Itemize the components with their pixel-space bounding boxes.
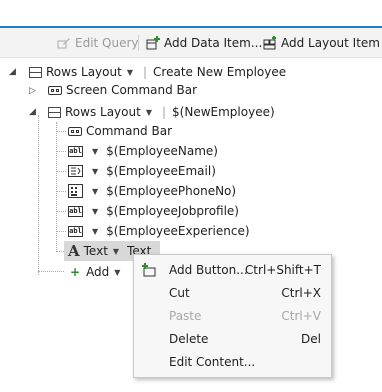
email-address-icon [68, 165, 83, 177]
menu-item-label: Paste [169, 309, 202, 323]
edit-query-button[interactable]: Edit Query [57, 34, 139, 52]
tree-row-field[interactable]: abl ▼ $(EmployeeName) [68, 141, 218, 161]
command-bar-label: Command Bar [86, 124, 173, 138]
menu-item-delete[interactable]: Delete Del [134, 328, 331, 350]
rows-layout-icon [29, 66, 42, 78]
text-type-label: Text [83, 244, 108, 258]
add-data-item-icon [146, 36, 160, 50]
tree-row-field[interactable]: ▼ $(EmployeePhoneNo) [68, 181, 236, 201]
add-label: Add [86, 265, 110, 279]
textbox-icon: abl [68, 145, 83, 157]
add-layout-item-icon [263, 36, 276, 50]
edit-query-icon [57, 38, 70, 49]
tree-row-screen-command-bar[interactable]: Screen Command Bar [48, 80, 197, 100]
add-button-icon [142, 263, 156, 277]
menu-item-shortcut: Ctrl+Shift+T [244, 263, 321, 277]
textbox-icon: abl [68, 205, 83, 217]
tree-guide-line [56, 151, 66, 152]
tree-row-field[interactable]: abl ▼ $(EmployeeJobprofile) [68, 201, 239, 221]
add-data-item-button[interactable]: Add Data Item... [146, 34, 262, 52]
tree-guide-line [56, 131, 66, 132]
menu-item-label: Add Button... [169, 263, 248, 277]
menu-item-edit-content[interactable]: Edit Content... [134, 351, 331, 373]
chevron-down-icon[interactable]: ▼ [113, 247, 119, 256]
menu-item-shortcut: Del [301, 332, 321, 346]
menu-item-label: Cut [169, 286, 190, 300]
add-button[interactable]: + Add ▼ [70, 262, 128, 282]
menu-item-paste[interactable]: Paste Ctrl+V [134, 305, 331, 327]
chevron-down-icon[interactable]: ▼ [114, 268, 120, 277]
context-menu: Add Button... Ctrl+Shift+T Cut Ctrl+X Pa… [133, 254, 332, 378]
root-name-label: Create New Employee [153, 65, 287, 79]
expand-icon[interactable]: ▷ [29, 86, 36, 96]
tree-guide-line [56, 251, 64, 252]
tree-guide-line [56, 171, 66, 172]
menu-item-label: Edit Content... [169, 355, 256, 369]
chevron-down-icon[interactable]: ▼ [92, 147, 98, 156]
tree-row-command-bar[interactable]: Command Bar [68, 121, 172, 141]
field-label: $(EmployeeExperience) [106, 224, 250, 238]
field-label: $(EmployeeName) [106, 144, 218, 158]
add-layout-item-label: Add Layout Item [281, 36, 380, 50]
chevron-down-icon[interactable]: ▼ [92, 207, 98, 216]
chevron-down-icon[interactable]: ▼ [146, 108, 152, 117]
add-layout-item-button[interactable]: Add Layout Item ▼ [263, 34, 382, 52]
tree-guide-line [56, 211, 66, 212]
divider: | [142, 65, 148, 79]
command-bar-icon [68, 126, 82, 136]
text-type-icon: A [68, 242, 80, 260]
edit-query-label: Edit Query [75, 36, 139, 50]
phone-number-icon [68, 184, 83, 198]
menu-item-cut[interactable]: Cut Ctrl+X [134, 282, 331, 304]
inner-name-label: $(NewEmployee) [172, 105, 275, 119]
tree-row-field[interactable]: ▼ $(EmployeeEmail) [68, 161, 216, 181]
toolbar: Edit Query Add Data Item... Add Layout I… [0, 28, 382, 58]
inner-layout-label: Rows Layout [65, 105, 141, 119]
field-label: $(EmployeeEmail) [106, 164, 216, 178]
chevron-down-icon[interactable]: ▼ [92, 187, 98, 196]
divider: | [161, 105, 167, 119]
chevron-down-icon[interactable]: ▼ [92, 167, 98, 176]
tree-guide-line [56, 191, 66, 192]
tree-row-field[interactable]: abl ▼ $(EmployeeExperience) [68, 221, 250, 241]
tree-row-root[interactable]: Rows Layout ▼ | Create New Employee [29, 62, 286, 82]
tree-row-inner-layout[interactable]: Rows Layout ▼ | $(NewEmployee) [48, 102, 275, 122]
field-label: $(EmployeePhoneNo) [106, 184, 237, 198]
root-layout-label: Rows Layout [46, 65, 122, 79]
chevron-down-icon[interactable]: ▼ [127, 68, 133, 77]
command-bar-icon [48, 85, 62, 95]
textbox-icon: abl [68, 225, 83, 237]
tree-guide-line [38, 271, 64, 272]
menu-item-add-button[interactable]: Add Button... Ctrl+Shift+T [134, 259, 331, 281]
tree-guide-line [56, 122, 57, 252]
menu-item-label: Delete [169, 332, 209, 346]
tree-guide-line [38, 115, 39, 275]
chevron-down-icon[interactable]: ▼ [92, 227, 98, 236]
toolbar-separator [138, 35, 139, 51]
field-label: $(EmployeeJobprofile) [106, 204, 239, 218]
menu-item-shortcut: Ctrl+X [281, 286, 321, 300]
collapse-icon[interactable]: ◢ [9, 67, 16, 77]
screen-command-bar-label: Screen Command Bar [66, 83, 198, 97]
menu-item-shortcut: Ctrl+V [281, 309, 321, 323]
collapse-icon[interactable]: ◢ [29, 107, 36, 117]
rows-layout-icon [48, 106, 61, 118]
plus-icon: + [70, 265, 81, 279]
add-data-item-label: Add Data Item... [164, 36, 263, 50]
tree-guide-line [56, 231, 66, 232]
